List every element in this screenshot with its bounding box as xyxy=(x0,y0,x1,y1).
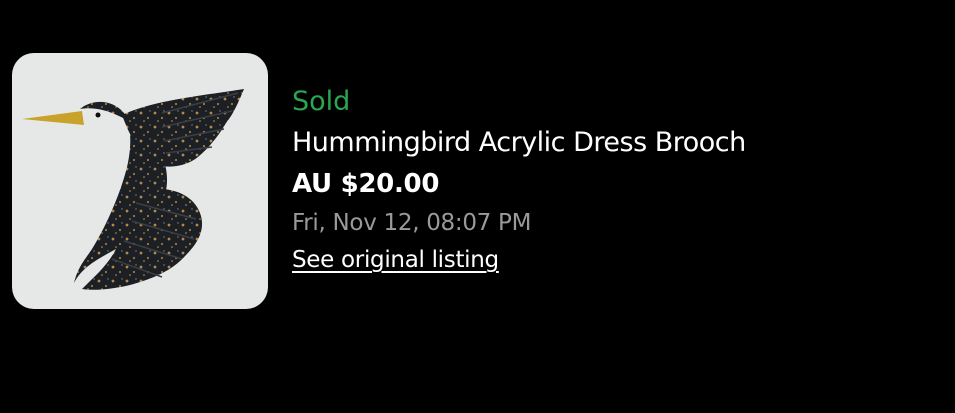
status-label: Sold xyxy=(292,86,351,117)
item-price: AU $20.00 xyxy=(292,169,440,199)
item-details: Sold Hummingbird Acrylic Dress Brooch AU… xyxy=(292,84,746,276)
item-thumbnail[interactable] xyxy=(12,53,268,309)
sold-date: Fri, Nov 12, 08:07 PM xyxy=(292,210,532,236)
item-title: Hummingbird Acrylic Dress Brooch xyxy=(292,127,746,158)
hummingbird-brooch-image xyxy=(22,89,244,290)
see-original-listing-link[interactable]: See original listing xyxy=(292,244,499,276)
sold-item-card: Sold Hummingbird Acrylic Dress Brooch AU… xyxy=(0,0,955,413)
